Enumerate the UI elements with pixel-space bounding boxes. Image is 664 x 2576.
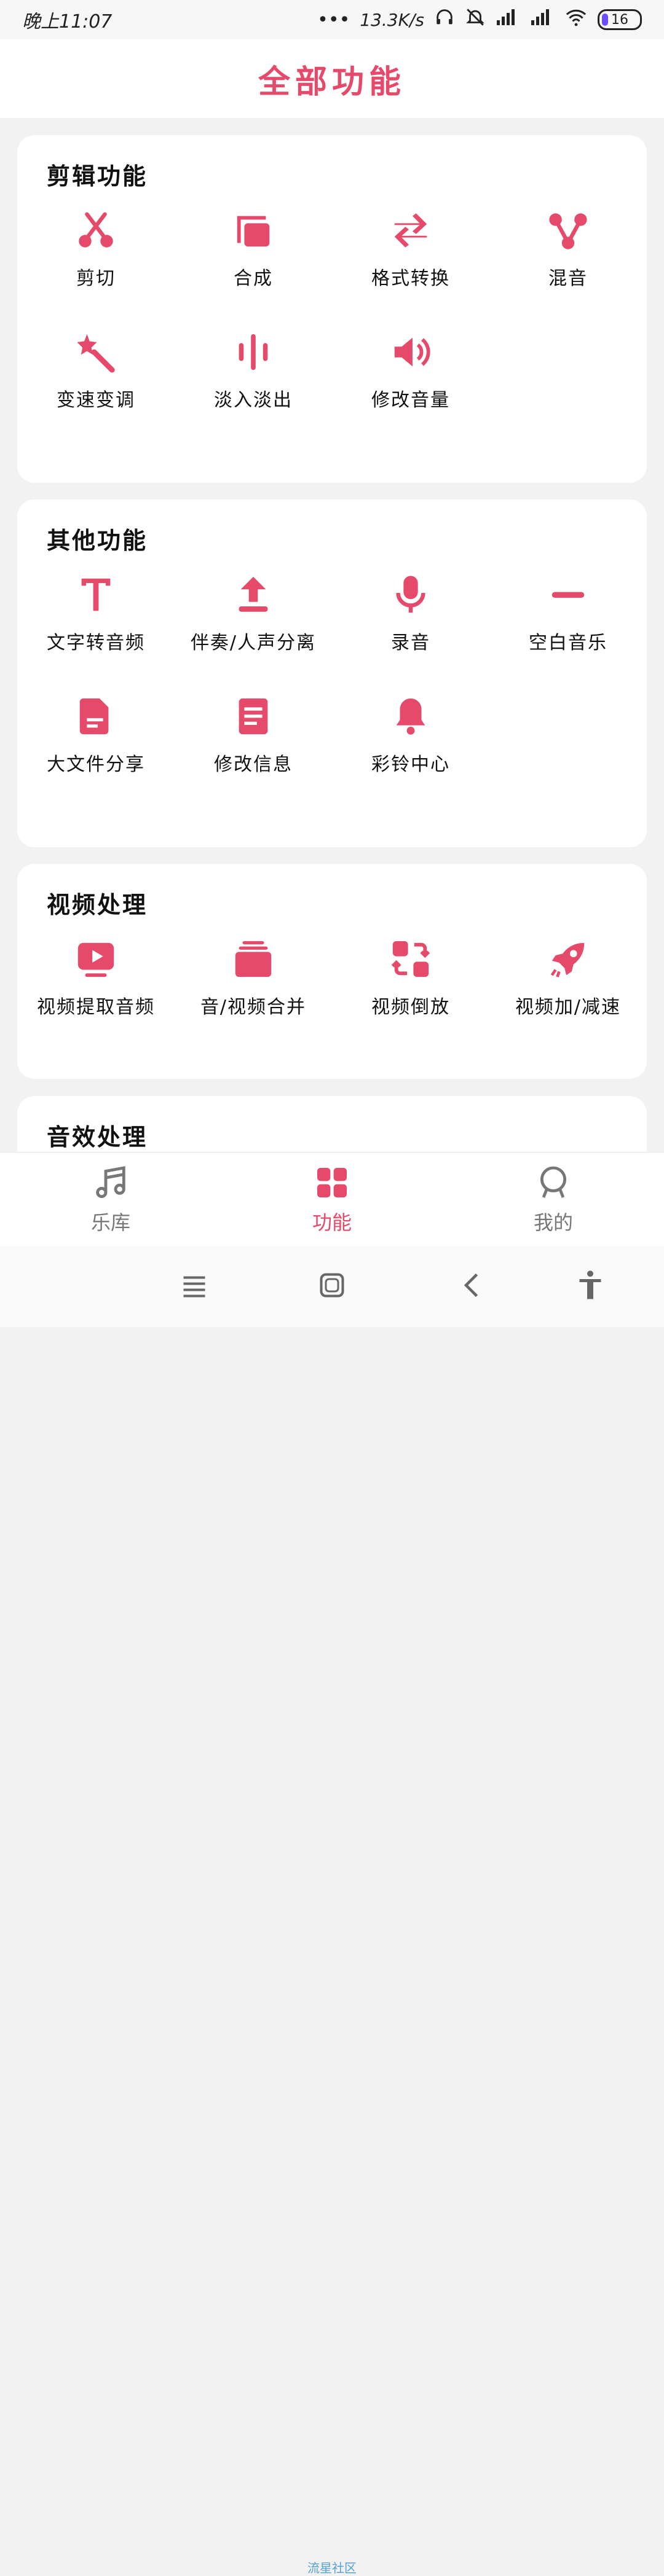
wifi-icon [564,8,588,31]
feature-cut[interactable]: 剪切 [17,209,175,290]
feature-edit-info[interactable]: 修改信息 [175,695,332,776]
feature-label: 彩铃中心 [371,754,450,775]
feature-speed-pitch[interactable]: 变速变调 [17,331,175,412]
status-icons: ••• 13.3K/s 16 [317,7,642,33]
feature-label: 合成 [234,268,273,289]
app-header: 全部功能 [0,39,664,118]
accessibility-icon[interactable] [572,1267,609,1304]
music-note-icon [91,1163,130,1202]
feature-label: 伴奏/人声分离 [190,632,317,654]
mix-icon [547,209,590,252]
feature-label: 空白音乐 [529,632,607,654]
copy-icon [232,209,275,252]
feature-label: 混音 [548,268,588,289]
feature-label: 修改音量 [371,390,450,411]
feature-label: 视频加/减速 [515,996,622,1018]
feature-label: 大文件分享 [47,754,145,775]
minus-icon [547,573,590,616]
feature-label: 视频提取音频 [37,996,155,1018]
feature-label: 文字转音频 [47,632,145,654]
dots-icon: ••• [317,9,350,31]
feature-label: 淡入淡出 [214,390,293,411]
feature-av-merge[interactable]: 音/视频合并 [175,938,332,1019]
rocket-icon [547,938,590,981]
feature-record[interactable]: 录音 [332,573,489,654]
nav-library[interactable]: 乐库 [37,1163,184,1235]
feature-video-reverse[interactable]: 视频倒放 [332,938,489,1019]
audio-bars-icon [232,331,275,374]
stack-icon [232,938,275,981]
status-bar: 晚上11:07 ••• 13.3K/s 16 [0,0,664,39]
net-speed: 13.3K/s [360,9,424,30]
feature-label: 修改信息 [214,754,293,775]
section-title: 其他功能 [47,527,148,554]
menu-icon[interactable] [176,1267,213,1304]
section-editing: 剪辑功能 剪切 合成 格式转换 混音 变速变调 淡入淡出 修改音量 [17,135,647,483]
reverse-icon [389,938,432,981]
feature-label: 格式转换 [371,268,450,289]
feature-label: 音/视频合并 [200,996,307,1018]
feature-ringtone-center[interactable]: 彩铃中心 [332,695,489,776]
nav-features[interactable]: 功能 [258,1163,406,1235]
text-icon [74,573,117,616]
file-icon [74,695,117,738]
status-time: 晚上11:07 [22,11,113,33]
battery-icon: 16 [598,9,642,30]
watermark: 流星社区 [307,2561,357,2575]
feature-text-to-audio[interactable]: 文字转音频 [17,573,175,654]
profile-icon [534,1163,573,1202]
feature-large-file-share[interactable]: 大文件分享 [17,695,175,776]
feature-label: 剪切 [76,268,116,289]
feature-label: 变速变调 [57,390,135,411]
feature-fade[interactable]: 淡入淡出 [175,331,332,412]
section-other: 其他功能 文字转音频 伴奏/人声分离 录音 空白音乐 大文件分享 修改信息 彩铃… [17,499,647,847]
video-play-icon [74,938,117,981]
feature-video-speed[interactable]: 视频加/减速 [489,938,647,1019]
feature-label: 视频倒放 [371,996,450,1018]
feature-extract-audio[interactable]: 视频提取音频 [17,938,175,1019]
swap-icon [389,209,432,252]
feature-mix[interactable]: 混音 [489,209,647,290]
signal-icon [530,8,555,31]
nav-label: 我的 [533,1211,573,1234]
page-title: 全部功能 [258,63,406,101]
feature-merge[interactable]: 合成 [175,209,332,290]
bottom-nav: 乐库 功能 我的 [0,1153,664,1246]
document-icon [232,695,275,738]
nav-profile[interactable]: 我的 [480,1163,627,1235]
section-video: 视频处理 视频提取音频 音/视频合并 视频倒放 视频加/减速 [17,864,647,1079]
nav-label: 功能 [312,1211,352,1234]
grid-icon [312,1163,352,1202]
section-title: 音效处理 [47,1124,148,1151]
headphones-icon [434,7,455,33]
volume-icon [389,331,432,374]
upload-icon [232,573,275,616]
scissors-icon [74,209,117,252]
section-title: 剪辑功能 [47,163,148,190]
nav-label: 乐库 [90,1211,130,1234]
feature-blank-music[interactable]: 空白音乐 [489,573,647,654]
signal-icon [496,8,520,31]
feature-format-convert[interactable]: 格式转换 [332,209,489,290]
back-icon[interactable] [454,1267,491,1304]
magic-wand-icon [74,331,117,374]
system-nav: 流星社区 [0,1246,664,2575]
microphone-icon [389,573,432,616]
feature-vocal-separation[interactable]: 伴奏/人声分离 [175,573,332,654]
bell-icon [389,695,432,738]
battery-level: 16 [611,12,628,28]
mute-bell-icon [465,7,486,33]
section-title: 视频处理 [47,891,148,918]
feature-label: 录音 [391,632,430,654]
feature-volume[interactable]: 修改音量 [332,331,489,412]
home-icon[interactable] [314,1267,350,1304]
